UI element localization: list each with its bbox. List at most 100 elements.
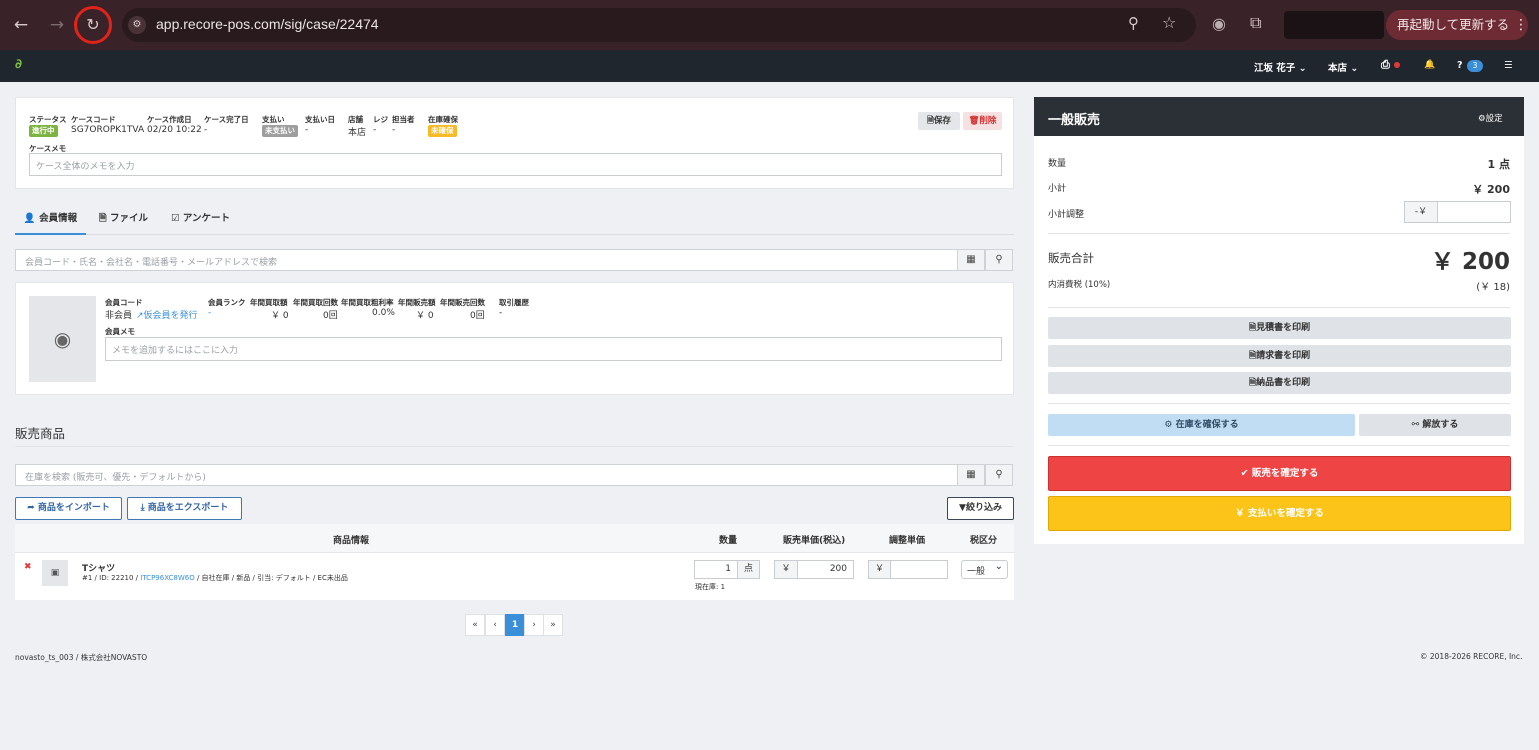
avatar-icon: ◉: [53, 327, 72, 351]
settings-button[interactable]: ⚙設定: [1478, 112, 1503, 124]
kebab-menu-icon[interactable]: ⋮: [1514, 10, 1528, 40]
table-header: 商品情報 数量 販売単価(税込) 調整単価 税区分: [15, 524, 1014, 553]
search-icon[interactable]: ⚲: [985, 249, 1013, 271]
back-icon[interactable]: ←: [10, 14, 32, 36]
product-meta-prefix: #1 / ID: 22210 /: [82, 574, 141, 582]
barcode-scan-icon[interactable]: ▦: [957, 249, 985, 271]
divider: [1048, 233, 1510, 234]
adjust-prefix: -￥: [1404, 201, 1438, 223]
page-first[interactable]: «: [465, 614, 485, 636]
sell-amount-label: 年間販売額: [398, 298, 436, 307]
payment-label: 支払い: [262, 115, 285, 124]
zoom-icon[interactable]: ⚲: [1128, 14, 1139, 32]
created-label: ケース作成日: [147, 115, 192, 124]
forward-icon[interactable]: →: [46, 14, 68, 36]
url-text[interactable]: app.recore-pos.com/sig/case/22474: [156, 16, 379, 32]
chevron-down-icon: ⌄: [1298, 63, 1307, 74]
export-products-button[interactable]: ⤓ 商品をエクスポート: [127, 497, 242, 520]
issue-temp-member-label: 仮会員を発行: [143, 311, 198, 321]
user-name: 江坂 花子: [1254, 63, 1296, 74]
barcode-scan-icon[interactable]: ▦: [957, 464, 985, 486]
page-prev[interactable]: ‹: [485, 614, 505, 636]
search-icon[interactable]: ⚲: [985, 464, 1013, 486]
app-logo[interactable]: ∂: [15, 57, 28, 72]
confirm-sale-button[interactable]: ✔ 販売を確定する: [1048, 456, 1511, 491]
profile-redacted[interactable]: [1284, 11, 1384, 39]
status-badge: 進行中: [29, 125, 58, 137]
product-meta: #1 / ID: 22210 / ITCP96XC8W6O / 自社在庫 / 新…: [82, 573, 348, 583]
subtotal-adjust-input[interactable]: [1437, 201, 1511, 223]
sell-count-value: 0回: [470, 311, 485, 321]
quantity-input[interactable]: 1: [694, 560, 738, 579]
current-stock: 現在庫: 1: [695, 583, 726, 591]
extensions-icon[interactable]: ⧉: [1250, 13, 1261, 33]
buy-margin-value: 0.0%: [372, 308, 395, 318]
page-current[interactable]: 1: [505, 614, 525, 636]
page-last[interactable]: »: [543, 614, 563, 636]
col-tax: 税区分: [970, 536, 998, 546]
print-delivery-button[interactable]: 🗎納品書を印刷: [1048, 372, 1511, 394]
filter-label: 絞り込み: [965, 503, 1002, 513]
staff-value: -: [392, 125, 396, 135]
release-stock-button[interactable]: ⚯ 解放する: [1359, 414, 1511, 436]
print-estimate-button[interactable]: 🗎見積書を印刷: [1048, 317, 1511, 339]
reload-highlight-circle: [74, 6, 112, 44]
tax-select[interactable]: 一般 ⌄: [961, 560, 1008, 579]
status-label: ステータス: [29, 115, 67, 124]
member-search-input[interactable]: 会員コード・氏名・会社名・電話番号・メールアドレスで検索: [15, 249, 958, 271]
total-value: ￥ 200: [1430, 249, 1510, 275]
bookmark-star-icon[interactable]: ☆: [1162, 13, 1176, 32]
file-icon: 🗎: [99, 213, 107, 224]
member-code-value: 非会員: [105, 311, 133, 321]
bell-icon[interactable]: 🔔: [1424, 60, 1435, 70]
store-menu[interactable]: 本店 ⌄: [1328, 60, 1358, 74]
product-meta-suffix: / 自社在庫 / 新品 / 引当: デフォルト / EC未出品: [194, 574, 348, 582]
product-item-code-link[interactable]: ITCP96XC8W6O: [140, 574, 194, 582]
adjust-currency: ￥: [868, 560, 891, 579]
tax-value: 一般: [967, 567, 986, 577]
page-next[interactable]: ›: [524, 614, 544, 636]
restart-update-button[interactable]: 再起動して更新する ⋮: [1386, 10, 1528, 40]
divider: [1048, 307, 1510, 308]
avatar: ◉: [29, 296, 96, 382]
camera-icon[interactable]: ◉: [1212, 14, 1226, 33]
issue-temp-member-link[interactable]: ↗仮会員を発行: [136, 308, 198, 321]
remove-item-icon[interactable]: ✖: [24, 562, 32, 572]
delete-button[interactable]: 🗑削除: [963, 112, 1002, 130]
col-qty: 数量: [719, 536, 738, 546]
grid-menu-icon[interactable]: ☰: [1504, 60, 1513, 71]
rank-label: 会員ランク: [208, 298, 246, 307]
tab-survey[interactable]: ☑ アンケート: [171, 205, 230, 235]
import-products-button[interactable]: ➦ 商品をインポート: [15, 497, 122, 520]
chevron-down-icon: ⌄: [1350, 63, 1359, 74]
tab-files-label: ファイル: [109, 213, 148, 224]
filter-button[interactable]: ▼絞り込み: [947, 497, 1014, 520]
created-value: 02/20 10:22: [147, 125, 202, 135]
buy-amount-value: ￥ 0: [271, 311, 289, 321]
stock-search-input[interactable]: 在庫を検索 (販売可、優先・デフォルトから): [15, 464, 958, 486]
case-memo-input[interactable]: ケース全体のメモを入力: [29, 153, 1002, 176]
print-invoice-button[interactable]: 🗎請求書を印刷: [1048, 345, 1511, 367]
app-navbar: ∂ 江坂 花子 ⌄ 本店 ⌄ ⎙ 🔔 ? 3 ☰: [0, 50, 1539, 82]
adjust-price-input[interactable]: [890, 560, 948, 579]
buy-count-value: 0回: [323, 311, 338, 321]
tab-files[interactable]: 🗎 ファイル: [99, 205, 148, 235]
history-value: -: [499, 308, 503, 318]
sale-price-input[interactable]: 200: [797, 560, 854, 579]
tab-member-info[interactable]: 👤 会員情報: [15, 205, 86, 235]
help-icon[interactable]: ?: [1457, 60, 1463, 71]
confirm-payment-button[interactable]: ￥ 支払いを確定する: [1048, 496, 1511, 531]
user-menu[interactable]: 江坂 花子 ⌄: [1254, 60, 1307, 74]
member-memo-input[interactable]: メモを追加するにはここに入力: [105, 337, 1002, 361]
printer-icon[interactable]: ⎙: [1381, 58, 1390, 72]
save-button[interactable]: 🗎保存: [918, 112, 960, 130]
download-icon: ⤓: [140, 503, 145, 513]
address-bar[interactable]: ⚙ app.recore-pos.com/sig/case/22474 ⚲ ☆: [122, 8, 1196, 42]
settings-label: 設定: [1485, 114, 1503, 124]
reserve-stock-button[interactable]: ⚙ 在庫を確保する: [1048, 414, 1355, 436]
site-settings-icon[interactable]: ⚙: [128, 16, 146, 34]
store-value: 本店: [348, 128, 367, 138]
save-icon: 🗎: [927, 116, 934, 126]
gear-icon: ⚙: [1478, 114, 1486, 124]
products-heading: 販売商品: [15, 426, 66, 441]
